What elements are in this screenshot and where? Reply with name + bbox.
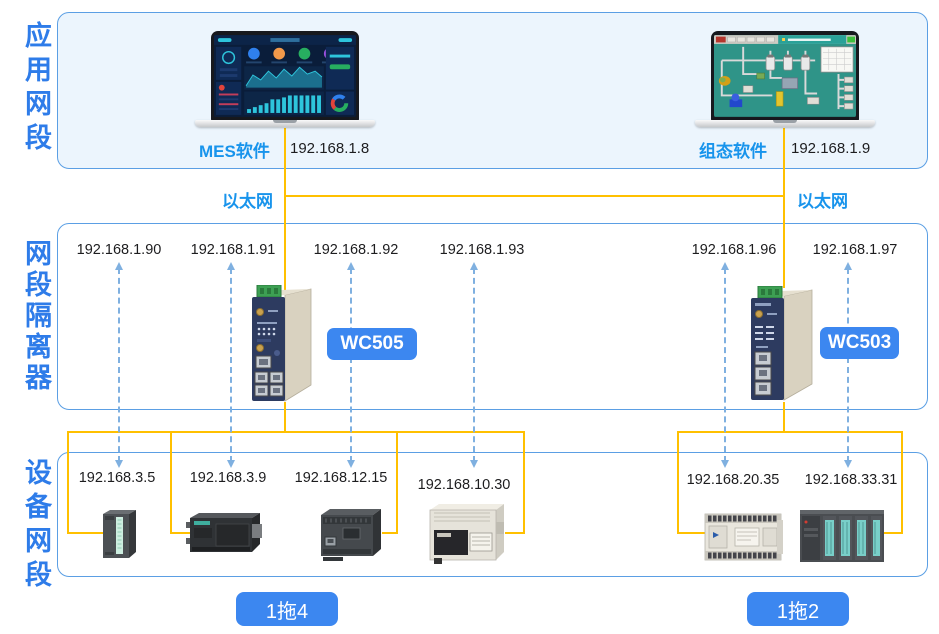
wc503-gateway-image (746, 286, 818, 404)
line-left-device-bus (67, 431, 525, 433)
wc505-gateway-image (247, 285, 317, 405)
plc-module-image-5 (701, 508, 785, 566)
line-drop-device3 (396, 431, 398, 534)
scada-software-label: 组态软件 (699, 137, 767, 162)
mes-ip-label: 192.168.1.8 (290, 140, 390, 157)
plc-module-image-4 (424, 500, 508, 570)
nat-mapping-arrow-6 (844, 262, 852, 468)
nat-mapping-arrow-2 (227, 262, 235, 468)
ethernet-label-right: 以太网 (797, 187, 848, 212)
device-ip-label: 192.168.3.9 (173, 470, 283, 486)
line-drop-device4 (523, 431, 525, 534)
nat-mapping-arrow-5 (721, 262, 729, 468)
network-topology-diagram: 应用网段 网段隔离器 设备网段 (0, 0, 939, 634)
nat-mapping-arrow-1 (115, 262, 123, 468)
scada-hmi-screen (711, 31, 859, 121)
line-mes-to-wc505 (284, 128, 286, 290)
line-right-device-bus (677, 431, 903, 433)
plc-module-image-2 (186, 510, 264, 556)
mes-dashboard-screen (211, 31, 359, 121)
plc-module-image-3 (317, 507, 385, 563)
wc503-model-badge: WC503 (820, 327, 899, 359)
wan-ip-label: 192.168.1.92 (301, 242, 411, 258)
scada-hmi-image (714, 34, 856, 118)
section-label-isolator-segment: 网段隔离器 (21, 239, 51, 394)
wan-ip-label: 192.168.1.90 (64, 242, 174, 258)
scada-ip-label: 192.168.1.9 (791, 140, 891, 157)
line-wc505-down (284, 402, 286, 433)
wan-ip-label: 192.168.1.91 (178, 242, 288, 258)
wan-ip-label: 192.168.1.93 (427, 242, 537, 258)
laptop-notch (773, 120, 797, 123)
line-ethernet-bus (284, 195, 785, 197)
line-wc503-down (783, 402, 785, 433)
nat-mapping-arrow-3 (347, 262, 355, 468)
section-label-application-segment: 应用网段 (21, 21, 51, 157)
nat-mapping-arrow-4 (470, 262, 478, 468)
line-stub-device4 (505, 532, 525, 534)
wc505-model-badge: WC505 (327, 328, 417, 360)
line-scada-to-wc503 (783, 128, 785, 288)
wan-ip-label: 192.168.1.96 (679, 242, 789, 258)
mes-software-label: MES软件 (199, 137, 270, 162)
mes-dashboard-image (214, 34, 356, 118)
wan-ip-label: 192.168.1.97 (800, 242, 910, 258)
device-ip-label: 192.168.12.15 (286, 470, 396, 486)
device-ip-label: 192.168.10.30 (409, 477, 519, 493)
ethernet-label-left: 以太网 (222, 187, 273, 212)
mes-laptop (195, 31, 375, 131)
device-ip-label: 192.168.33.31 (796, 472, 906, 488)
scada-laptop (695, 31, 875, 131)
line-stub-device6 (883, 532, 903, 534)
device-ip-label: 192.168.20.35 (678, 472, 788, 488)
plc-module-image-6 (798, 506, 886, 566)
section-label-device-segment: 设备网段 (21, 458, 51, 594)
plc-module-image-1 (99, 508, 139, 560)
laptop-notch (273, 120, 297, 123)
group-badge-one-to-two: 1拖2 (747, 592, 849, 626)
device-ip-label: 192.168.3.5 (62, 470, 172, 486)
group-badge-one-to-four: 1拖4 (236, 592, 338, 626)
